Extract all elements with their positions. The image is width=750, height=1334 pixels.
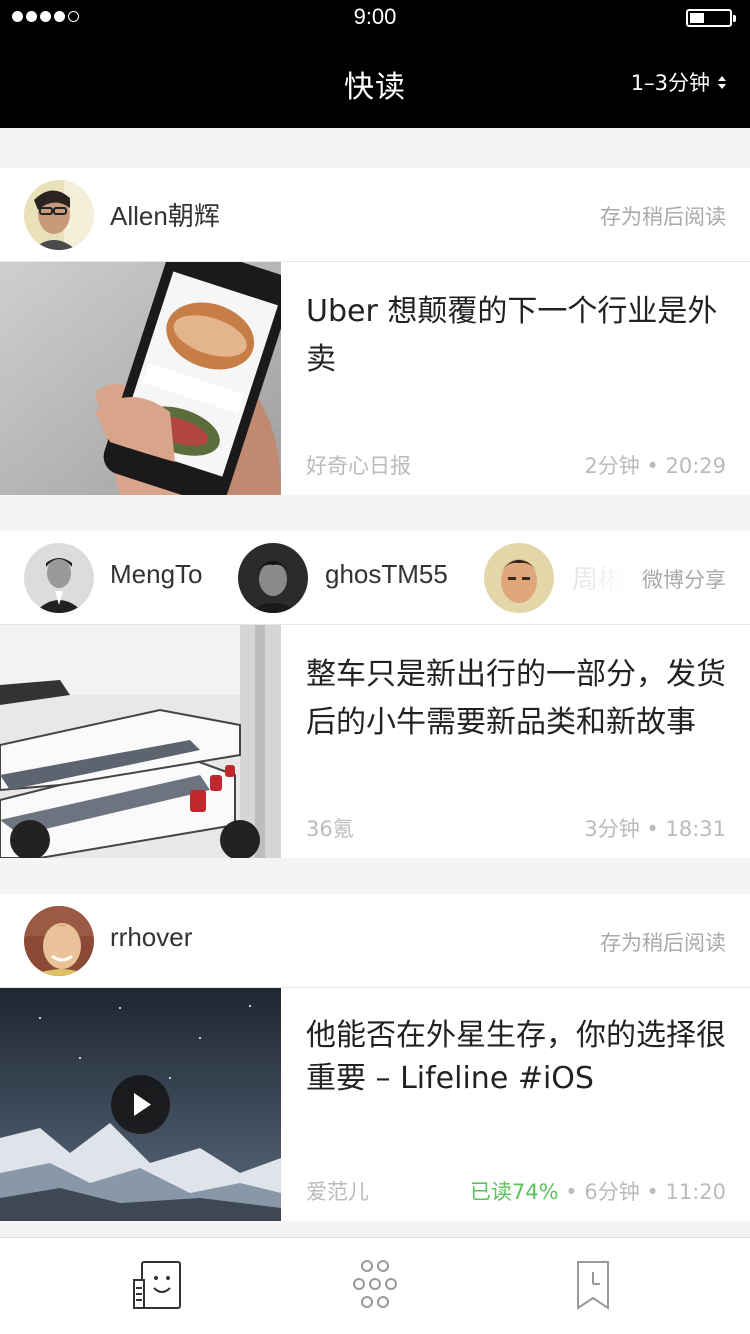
duration-filter-label: 1–3分钟	[630, 71, 710, 95]
publish-time: 20:29	[665, 454, 726, 478]
sort-arrows-icon	[718, 75, 726, 89]
fade-overlay	[560, 531, 630, 624]
bookmark-clock-icon	[577, 1261, 609, 1310]
read-time: 3分钟	[584, 817, 640, 841]
play-icon	[134, 1093, 151, 1116]
read-time: 2分钟	[584, 454, 640, 478]
publish-time: 11:20	[665, 1180, 726, 1204]
card-header: MengTo ghosTM55 周彬 微博分享	[0, 531, 750, 625]
article-meta: 3分钟 • 18:31	[584, 817, 726, 841]
article-title[interactable]: 整车只是新出行的一部分，发货后的小牛需要新品类和新故事	[306, 651, 726, 747]
username[interactable]: Allen朝辉	[110, 196, 220, 233]
avatar[interactable]	[484, 543, 554, 613]
card-header: rrhover 存为稍后阅读	[0, 894, 750, 988]
play-button[interactable]	[111, 1075, 170, 1134]
read-progress: 已读74%	[469, 1180, 559, 1204]
feed-card[interactable]: rrhover 存为稍后阅读 他能否在外星生存，你的选择很重要 – Lifeli…	[0, 894, 750, 1221]
tab-quick-read[interactable]	[128, 1258, 188, 1314]
article-thumbnail[interactable]	[0, 262, 281, 495]
avatar[interactable]	[24, 906, 94, 976]
username[interactable]: rrhover	[110, 922, 192, 953]
weibo-share-button[interactable]: 微博分享	[632, 564, 726, 594]
tab-read-later[interactable]	[562, 1258, 622, 1314]
article-thumbnail[interactable]	[0, 625, 281, 858]
article-source: 36氪	[306, 817, 354, 841]
reader-face-icon	[133, 1261, 181, 1309]
duration-filter-button[interactable]: 1–3分钟	[631, 67, 726, 97]
article[interactable]: 整车只是新出行的一部分，发货后的小牛需要新品类和新故事 36氪 3分钟 • 18…	[0, 625, 750, 858]
status-time: 9:00	[353, 4, 397, 29]
article-thumbnail[interactable]	[0, 988, 281, 1221]
feed-card[interactable]: MengTo ghosTM55 周彬 微博分享	[0, 531, 750, 858]
card-header: Allen朝辉 存为稍后阅读	[0, 168, 750, 262]
feed-card[interactable]: Allen朝辉 存为稍后阅读 Uber 想颠覆的下一个行业是外卖 好奇心日报 2…	[0, 168, 750, 495]
status-bar: 9:00	[0, 0, 750, 36]
article-source: 好奇心日报	[306, 454, 411, 478]
dots-grid-icon	[353, 1260, 397, 1308]
tab-discover[interactable]	[345, 1258, 405, 1314]
username[interactable]: MengTo	[110, 559, 203, 590]
article-title[interactable]: 他能否在外星生存，你的选择很重要 – Lifeline #iOS	[306, 1014, 726, 1100]
tab-bar	[0, 1237, 750, 1334]
top-bar: 9:00 快读 1–3分钟	[0, 0, 750, 128]
article-meta: 已读74% • 6分钟 • 11:20	[469, 1180, 726, 1204]
username[interactable]: ghosTM55	[325, 559, 448, 590]
avatar[interactable]	[238, 543, 308, 613]
battery-icon	[686, 9, 736, 27]
article[interactable]: 他能否在外星生存，你的选择很重要 – Lifeline #iOS 爱范儿 已读7…	[0, 988, 750, 1221]
save-for-later-button[interactable]: 存为稍后阅读	[590, 201, 726, 231]
avatar[interactable]	[24, 543, 94, 613]
publish-time: 18:31	[665, 817, 726, 841]
save-for-later-button[interactable]: 存为稍后阅读	[590, 927, 726, 957]
article-meta: 2分钟 • 20:29	[584, 454, 726, 478]
article[interactable]: Uber 想颠覆的下一个行业是外卖 好奇心日报 2分钟 • 20:29	[0, 262, 750, 495]
read-time: 6分钟	[584, 1180, 640, 1204]
article-source: 爱范儿	[306, 1180, 369, 1204]
article-title[interactable]: Uber 想颠覆的下一个行业是外卖	[306, 288, 726, 384]
avatar[interactable]	[24, 180, 94, 250]
